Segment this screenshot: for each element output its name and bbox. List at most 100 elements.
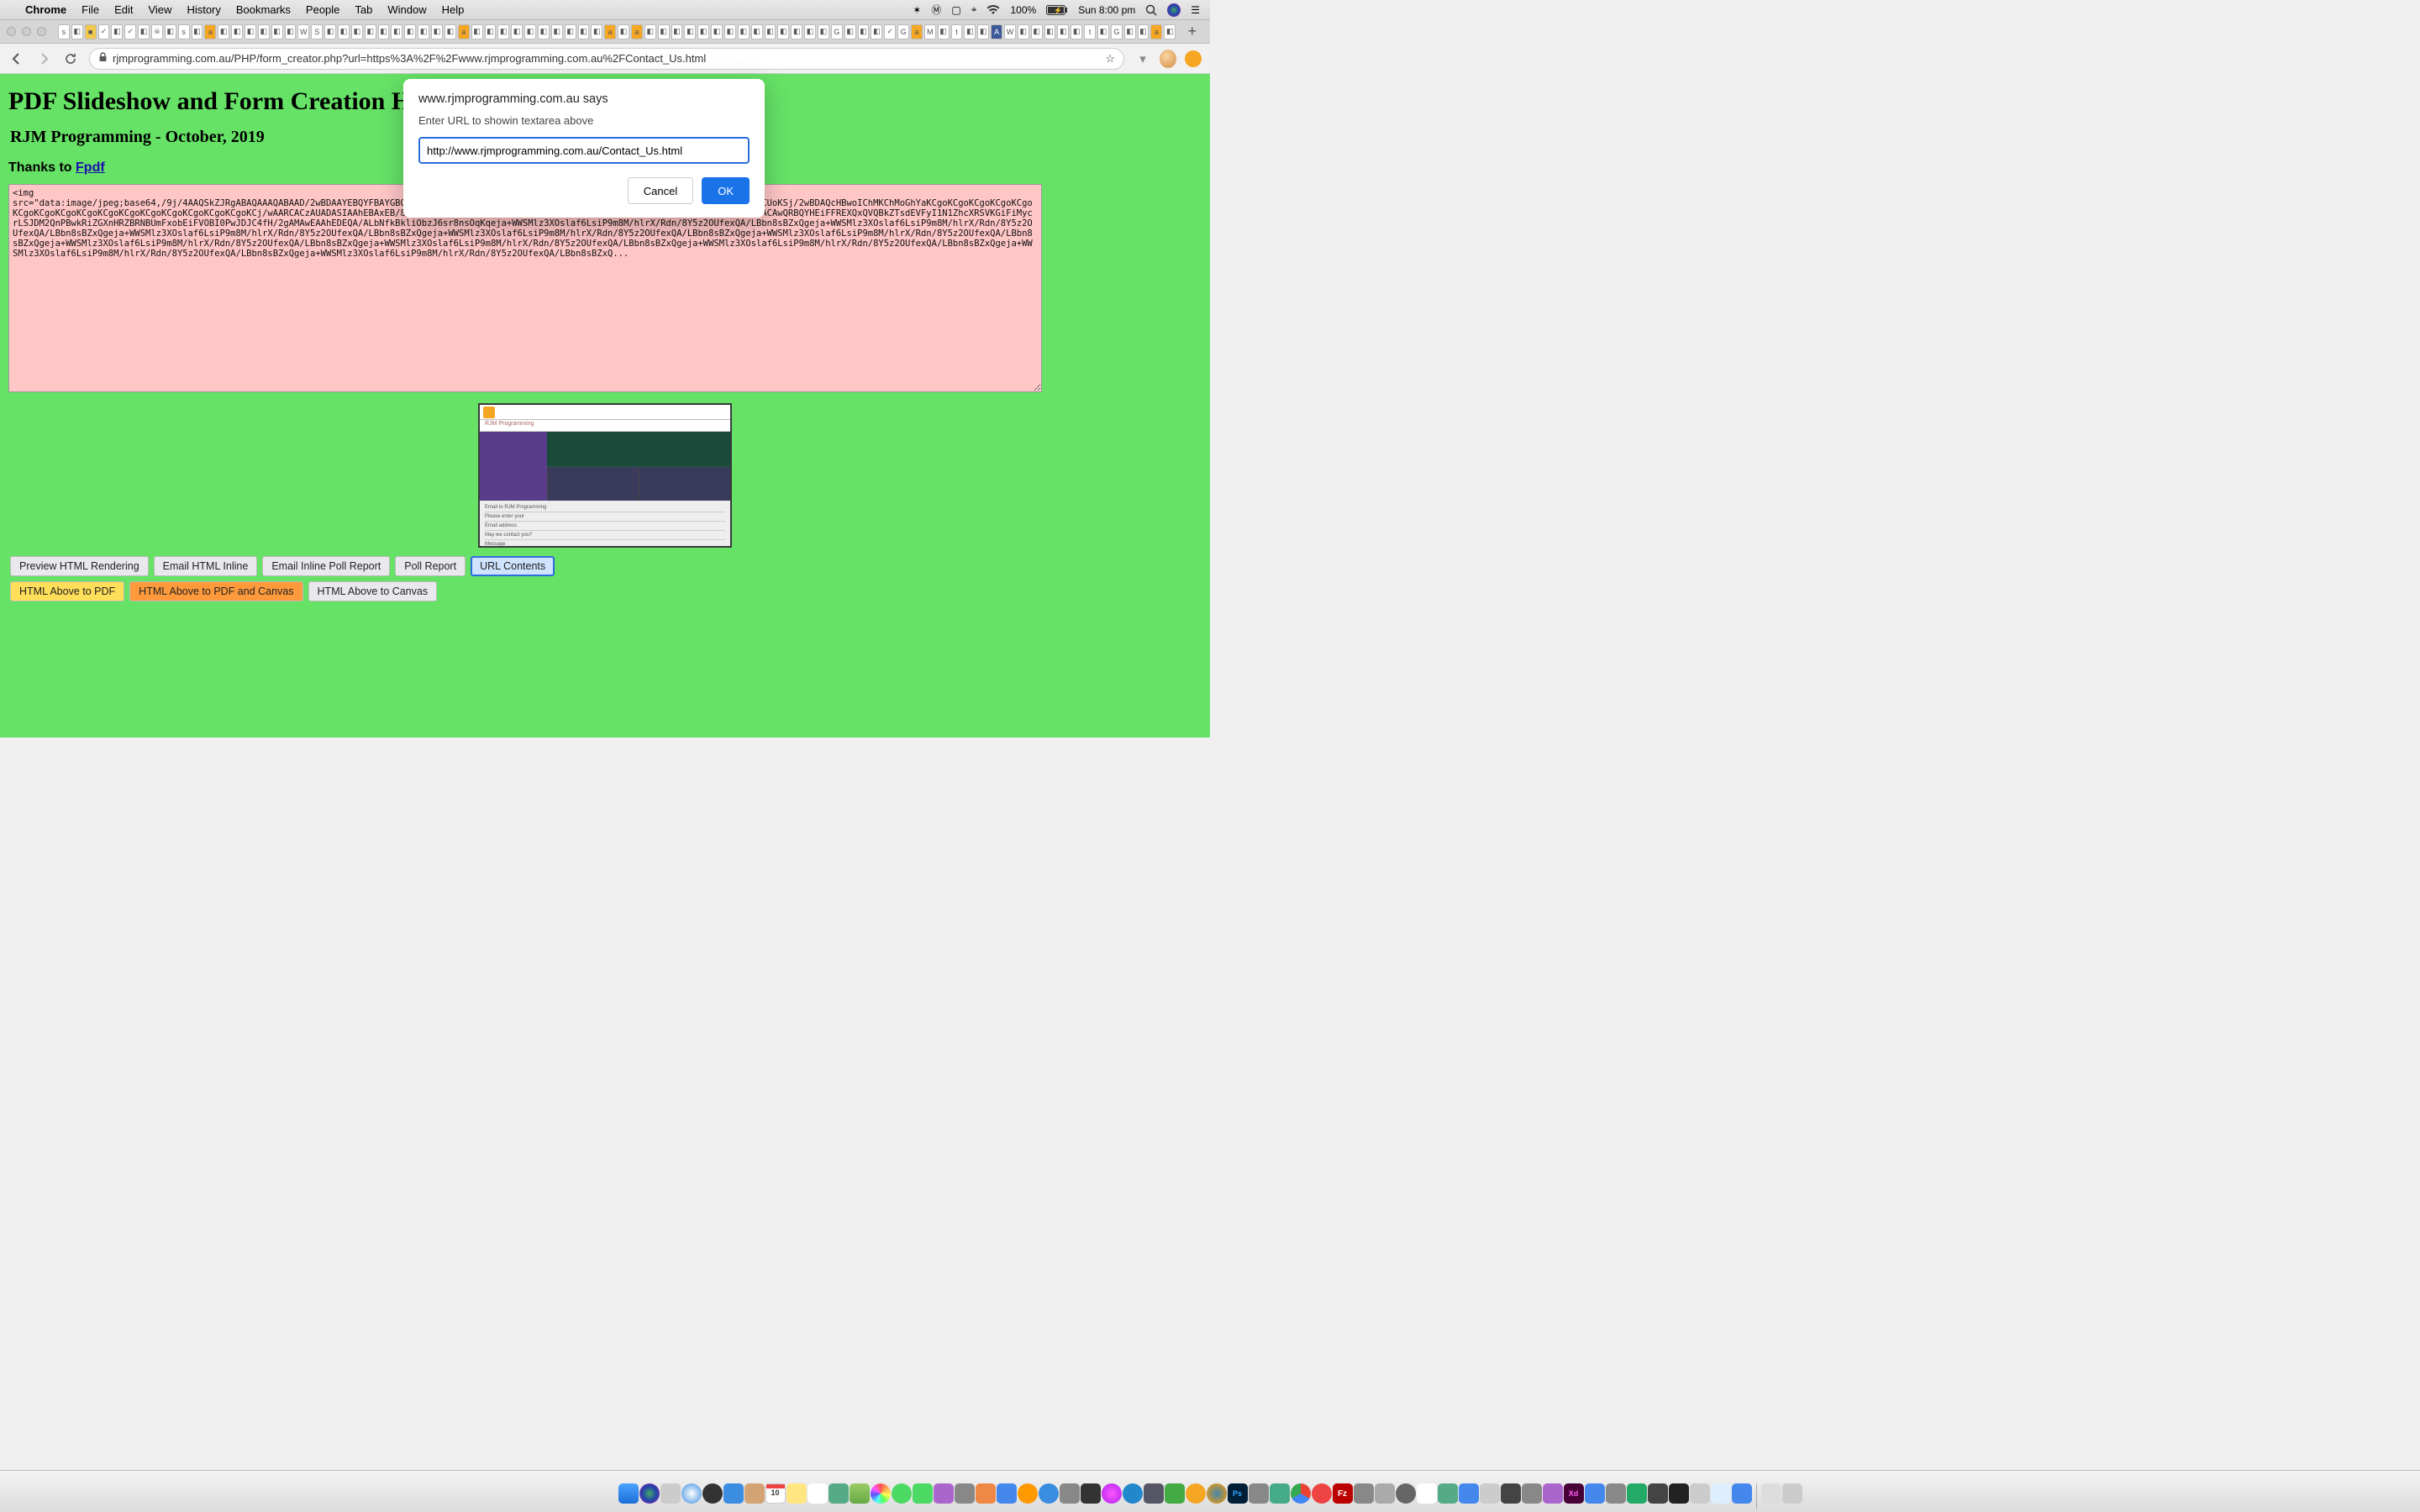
url-contents-button[interactable]: URL Contents xyxy=(471,556,555,576)
contacts-icon[interactable] xyxy=(744,1478,765,1509)
extensions-icon[interactable]: ▾ xyxy=(1134,50,1151,67)
browser-tab[interactable]: ◧ xyxy=(711,24,723,39)
menu-history[interactable]: History xyxy=(187,3,220,16)
safari-icon[interactable] xyxy=(681,1478,702,1509)
browser-tab[interactable]: ◧ xyxy=(497,24,509,39)
airplay-icon[interactable]: ▢ xyxy=(951,4,960,16)
dashboard-icon[interactable] xyxy=(702,1478,723,1509)
browser-tab[interactable]: ◧ xyxy=(431,24,443,39)
browser-tab[interactable]: ◧ xyxy=(245,24,256,39)
browser-tab[interactable]: ◧ xyxy=(964,24,976,39)
dock-app-icon[interactable] xyxy=(997,1478,1017,1509)
dock-app-icon[interactable] xyxy=(1648,1478,1668,1509)
html-to-canvas-button[interactable]: HTML Above to Canvas xyxy=(308,581,438,601)
dock-app-icon[interactable] xyxy=(1165,1478,1185,1509)
dock-app-icon[interactable] xyxy=(1711,1478,1731,1509)
browser-tab[interactable]: ◧ xyxy=(324,24,336,39)
browser-tab[interactable]: ◧ xyxy=(871,24,882,39)
extension-badge[interactable] xyxy=(1185,50,1202,67)
browser-tab[interactable]: ◧ xyxy=(258,24,270,39)
dialog-cancel-button[interactable]: Cancel xyxy=(628,177,693,204)
dock-app-icon[interactable] xyxy=(976,1478,996,1509)
browser-tab[interactable]: t xyxy=(1084,24,1096,39)
browser-tab[interactable]: ◧ xyxy=(777,24,789,39)
dock-app-icon[interactable] xyxy=(829,1478,849,1509)
browser-tab[interactable]: ☠ xyxy=(151,24,163,39)
reminders-icon[interactable] xyxy=(808,1478,828,1509)
dock-app-icon[interactable] xyxy=(1186,1478,1206,1509)
reload-button[interactable] xyxy=(62,50,79,67)
dock-app-icon[interactable] xyxy=(1480,1478,1500,1509)
browser-tab[interactable]: ◧ xyxy=(724,24,736,39)
browser-tab[interactable]: ◧ xyxy=(938,24,950,39)
dock-app-icon[interactable] xyxy=(1123,1478,1143,1509)
browser-tab[interactable]: ◧ xyxy=(192,24,203,39)
browser-tab[interactable]: ◧ xyxy=(671,24,683,39)
wifi-icon[interactable] xyxy=(986,5,1000,15)
menu-tab[interactable]: Tab xyxy=(355,3,372,16)
browser-tab[interactable]: ◧ xyxy=(165,24,176,39)
spotlight-icon[interactable] xyxy=(1145,4,1157,16)
browser-tab[interactable]: G xyxy=(831,24,843,39)
clock[interactable]: Sun 8:00 pm xyxy=(1078,4,1135,16)
new-tab-button[interactable]: + xyxy=(1181,23,1203,40)
browser-tab[interactable]: ◧ xyxy=(285,24,297,39)
minimize-window-icon[interactable] xyxy=(22,27,31,36)
ibooks-icon[interactable] xyxy=(1018,1478,1038,1509)
chrome-icon[interactable] xyxy=(1291,1478,1311,1509)
browser-tab[interactable]: ◧ xyxy=(538,24,550,39)
maximize-window-icon[interactable] xyxy=(37,27,46,36)
facetime-icon[interactable] xyxy=(913,1478,933,1509)
dock-app-icon[interactable] xyxy=(955,1478,975,1509)
preview-html-button[interactable]: Preview HTML Rendering xyxy=(10,556,149,576)
dock-app-icon[interactable] xyxy=(1438,1478,1458,1509)
siri-dock-icon[interactable] xyxy=(639,1478,660,1509)
browser-tab[interactable]: W xyxy=(297,24,309,39)
trash-icon[interactable] xyxy=(1782,1478,1802,1509)
browser-tab[interactable]: ◧ xyxy=(338,24,350,39)
browser-tab[interactable]: ✓ xyxy=(124,24,136,39)
browser-tab[interactable]: ◧ xyxy=(1138,24,1150,39)
finder-icon[interactable] xyxy=(618,1478,639,1509)
dock-app-icon[interactable] xyxy=(1606,1478,1626,1509)
browser-tab[interactable]: a xyxy=(604,24,616,39)
browser-tab[interactable]: ◧ xyxy=(551,24,563,39)
dock-app-icon[interactable] xyxy=(1627,1478,1647,1509)
close-window-icon[interactable] xyxy=(7,27,16,36)
mail-icon[interactable] xyxy=(723,1478,744,1509)
dock-app-icon[interactable] xyxy=(1732,1478,1752,1509)
dock-app-icon[interactable] xyxy=(1585,1478,1605,1509)
browser-tab[interactable]: ◧ xyxy=(471,24,483,39)
browser-tab[interactable]: ◧ xyxy=(618,24,629,39)
bookmark-star-icon[interactable]: ☆ xyxy=(1105,52,1115,66)
browser-tab[interactable]: ◧ xyxy=(351,24,363,39)
browser-tab[interactable]: ■ xyxy=(85,24,97,39)
window-controls[interactable] xyxy=(7,27,46,36)
browser-tab[interactable]: ◧ xyxy=(658,24,670,39)
browser-tab[interactable]: a xyxy=(1150,24,1162,39)
browser-tab[interactable]: ◧ xyxy=(1031,24,1043,39)
app-name[interactable]: Chrome xyxy=(25,3,66,16)
browser-tab[interactable]: s xyxy=(58,24,70,39)
email-html-inline-button[interactable]: Email HTML Inline xyxy=(154,556,258,576)
browser-tab[interactable]: ◧ xyxy=(765,24,776,39)
messages-icon[interactable] xyxy=(892,1478,912,1509)
status-icon[interactable]: Ⓜ xyxy=(931,3,941,17)
browser-tab[interactable]: ◧ xyxy=(791,24,802,39)
menu-edit[interactable]: Edit xyxy=(114,3,133,16)
html-to-pdf-canvas-button[interactable]: HTML Above to PDF and Canvas xyxy=(129,581,302,601)
preferences-icon[interactable] xyxy=(1060,1478,1080,1509)
browser-tab[interactable]: ◧ xyxy=(404,24,416,39)
browser-tab[interactable]: ◧ xyxy=(71,24,83,39)
browser-tab[interactable]: ◧ xyxy=(591,24,602,39)
browser-tab[interactable]: ◧ xyxy=(565,24,576,39)
dock-app-icon[interactable] xyxy=(1417,1478,1437,1509)
menu-bookmarks[interactable]: Bookmarks xyxy=(236,3,291,16)
dock-app-icon[interactable] xyxy=(1522,1478,1542,1509)
browser-tab[interactable]: ✓ xyxy=(98,24,110,39)
browser-tab[interactable]: ◧ xyxy=(697,24,709,39)
browser-tab[interactable]: M xyxy=(924,24,936,39)
dock-app-icon[interactable] xyxy=(1249,1478,1269,1509)
browser-tab[interactable]: a xyxy=(204,24,216,39)
dock-app-icon[interactable] xyxy=(1543,1478,1563,1509)
